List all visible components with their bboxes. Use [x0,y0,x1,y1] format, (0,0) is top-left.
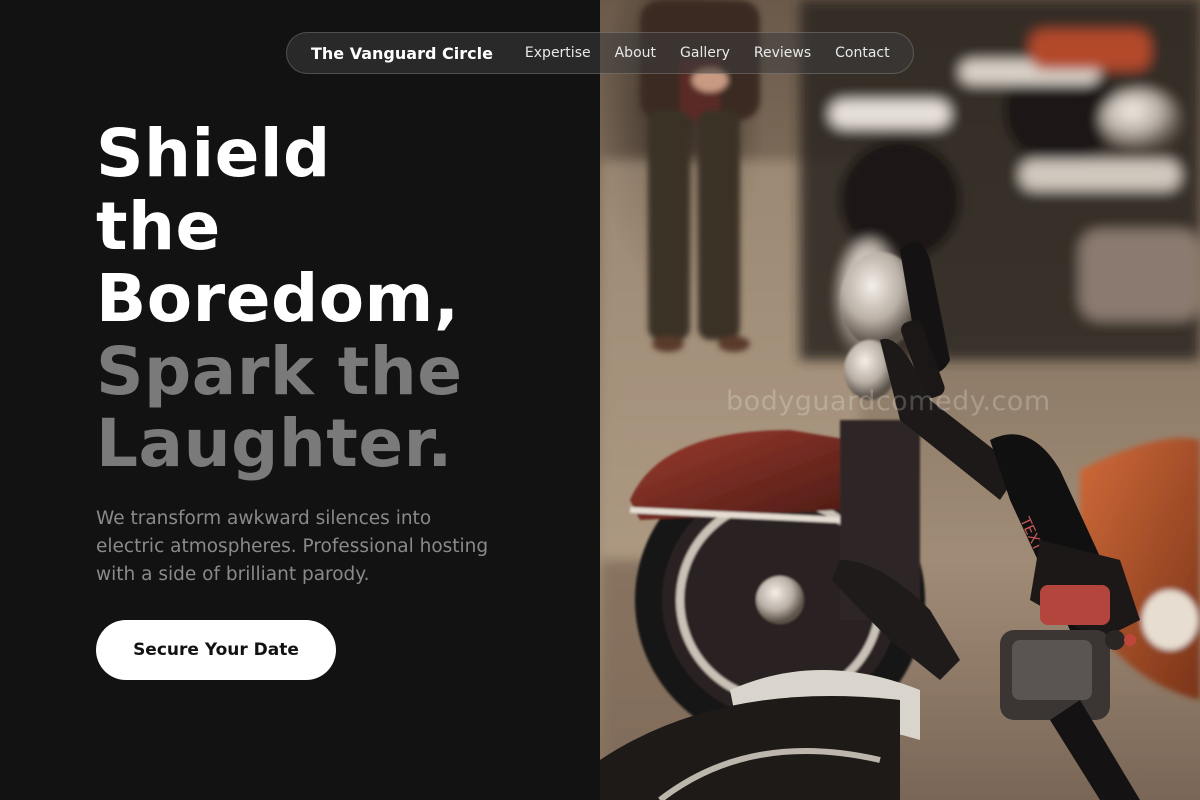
hero-subtext: We transform awkward silences into elect… [96,508,489,585]
nav-link-about[interactable]: About [615,45,656,61]
secure-your-date-button[interactable]: Secure Your Date [96,620,336,680]
hero-headline: Shield the Boredom, Spark the Laughter. [96,115,576,482]
hero-section: Shield the Boredom, Spark the Laughter. [96,115,576,482]
nav-link-gallery[interactable]: Gallery [680,45,730,61]
hero-photo: TEXT bodyguardcomedy.com [600,0,1200,800]
headline-line-1: Shield [96,115,331,192]
headline-line-2: the [96,187,221,265]
watermark-text: bodyguardcomedy.com [726,386,1051,417]
headline-line-4: Spark the [96,332,463,410]
brand-logo-text[interactable]: The Vanguard Circle [311,44,493,63]
nav-link-expertise[interactable]: Expertise [525,45,591,61]
landing-page: TEXT bodyguardcomedy.com The Vanguard Ci… [0,0,1200,800]
nav-link-contact[interactable]: Contact [835,45,889,61]
nav-link-reviews[interactable]: Reviews [754,45,811,61]
nav-links: Expertise About Gallery Reviews Contact [525,45,890,61]
headline-line-3: Boredom, [96,260,460,337]
top-navigation: The Vanguard Circle Expertise About Gall… [286,32,914,74]
headline-line-5: Laughter. [96,405,453,482]
